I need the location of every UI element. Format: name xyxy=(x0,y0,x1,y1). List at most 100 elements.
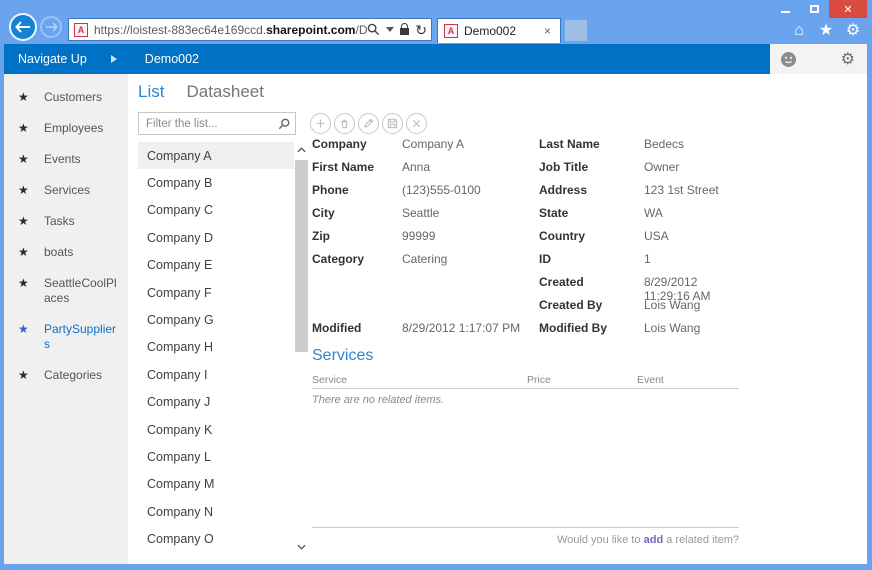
sidebar-item-label: Events xyxy=(44,152,81,166)
window-caption-buttons: ✕ xyxy=(771,0,867,18)
address-bar[interactable]: A https://loistest-883ec64e169ccd.sharep… xyxy=(68,18,432,41)
sidebar-item-label: Services xyxy=(44,183,91,197)
star-icon: ★ xyxy=(18,368,29,382)
field-label: City xyxy=(312,206,335,220)
field-label: Modified By xyxy=(539,321,607,335)
filter-input[interactable] xyxy=(146,117,278,130)
list-item[interactable]: Company O xyxy=(138,525,294,552)
list-item[interactable]: Company C xyxy=(138,197,294,224)
star-icon: ★ xyxy=(18,121,29,135)
navigate-up-link[interactable]: Navigate Up xyxy=(18,52,87,66)
edit-record-button[interactable] xyxy=(358,113,379,134)
add-related-prompt: Would you like to add a related item? xyxy=(556,534,739,546)
new-tab-button[interactable] xyxy=(565,20,587,41)
navigate-up-arrow-icon xyxy=(110,55,117,63)
save-record-button[interactable] xyxy=(382,113,403,134)
minimize-button[interactable] xyxy=(771,0,800,18)
settings-gear-icon[interactable]: ⚙ xyxy=(841,49,855,69)
field-value: Owner xyxy=(644,160,680,174)
field-label: Country xyxy=(539,229,585,243)
record-list-scrollbar[interactable] xyxy=(294,142,309,554)
sidebar-item-customers[interactable]: ★ Customers xyxy=(4,82,128,113)
cancel-record-button[interactable] xyxy=(406,113,427,134)
field-label: Created xyxy=(539,275,584,289)
sidebar-item-tasks[interactable]: ★ Tasks xyxy=(4,206,128,237)
list-item[interactable]: Company K xyxy=(138,416,294,443)
related-items-empty-text: There are no related items. xyxy=(312,394,445,406)
access-favicon: A xyxy=(74,22,88,37)
sidebar-item-services[interactable]: ★ Services xyxy=(4,175,128,206)
favorites-star-icon[interactable]: ★ xyxy=(817,21,835,41)
browser-titlebar: ✕ A https://loistest-883ec64e169ccd.shar… xyxy=(0,0,872,44)
list-item[interactable]: Company N xyxy=(138,498,294,525)
list-item[interactable]: Company I xyxy=(138,361,294,388)
x-icon xyxy=(412,119,421,128)
sidebar-item-label: SeattleCoolPlaces xyxy=(44,276,117,305)
related-items-bottom-divider xyxy=(312,527,739,528)
column-header-service: Service xyxy=(312,374,348,386)
field-label: Job Title xyxy=(539,160,589,174)
list-item[interactable]: Company A xyxy=(138,142,294,170)
forward-button[interactable] xyxy=(40,16,62,38)
pencil-icon xyxy=(364,118,374,128)
close-icon: ✕ xyxy=(843,3,853,16)
field-value: 123 1st Street xyxy=(644,183,719,197)
url-text[interactable]: https://loistest-883ec64e169ccd.sharepoi… xyxy=(94,23,367,37)
home-icon[interactable]: ⌂ xyxy=(790,21,808,41)
refresh-icon[interactable]: ↻ xyxy=(415,23,427,37)
maximize-button[interactable] xyxy=(800,0,829,18)
scrollbar-thumb[interactable] xyxy=(295,160,308,352)
list-item[interactable]: Company B xyxy=(138,169,294,196)
star-icon: ★ xyxy=(18,322,29,336)
field-value: Lois Wang xyxy=(644,321,701,335)
delete-record-button[interactable] xyxy=(334,113,355,134)
sidebar-item-categories[interactable]: ★ Categories xyxy=(4,360,128,391)
list-item[interactable]: Company G xyxy=(138,306,294,333)
field-value: (123)555-0100 xyxy=(402,183,481,197)
list-item[interactable]: Company E xyxy=(138,252,294,279)
address-dropdown-icon[interactable] xyxy=(386,27,395,32)
sidebar-item-events[interactable]: ★ Events xyxy=(4,144,128,175)
column-header-event: Event xyxy=(637,374,664,386)
scroll-down-icon[interactable] xyxy=(294,539,309,554)
sidebar-item-employees[interactable]: ★ Employees xyxy=(4,113,128,144)
tab-list[interactable]: List xyxy=(138,82,164,102)
sidebar-item-boats[interactable]: ★ boats xyxy=(4,237,128,268)
suite-bar-right: ⚙ xyxy=(770,44,867,74)
sidebar-item-seattlecoolplaces[interactable]: ★ SeattleCoolPlaces xyxy=(4,268,128,314)
tab-close-icon[interactable]: × xyxy=(541,24,554,38)
column-header-price: Price xyxy=(527,374,551,386)
list-item[interactable]: Company L xyxy=(138,443,294,470)
tab-datasheet[interactable]: Datasheet xyxy=(186,82,264,102)
floppy-save-icon xyxy=(387,118,398,129)
record-list: Company A Company B Company C Company D Comp… xyxy=(138,142,309,554)
search-icon[interactable] xyxy=(367,23,380,36)
close-button[interactable]: ✕ xyxy=(829,0,867,18)
field-label: ID xyxy=(539,252,551,266)
list-item[interactable]: Company J xyxy=(138,389,294,416)
list-item[interactable]: Company D xyxy=(138,224,294,251)
add-record-button[interactable] xyxy=(310,113,331,134)
sidebar-item-label: Tasks xyxy=(44,214,75,228)
field-label: Modified xyxy=(312,321,362,335)
browser-tab[interactable]: A Demo002 × xyxy=(437,18,561,43)
tab-favicon: A xyxy=(444,24,458,38)
sidebar-item-label: Customers xyxy=(44,90,103,104)
add-related-link[interactable]: add xyxy=(644,534,664,546)
sidebar-item-partysuppliers[interactable]: ★ PartySuppliers xyxy=(4,314,128,360)
star-icon: ★ xyxy=(18,152,29,166)
list-item[interactable]: Company F xyxy=(138,279,294,306)
filter-search-icon[interactable] xyxy=(278,118,290,130)
list-item[interactable]: Company H xyxy=(138,334,294,361)
list-item[interactable]: Company M xyxy=(138,471,294,498)
related-items-title: Services xyxy=(312,347,374,364)
plus-icon xyxy=(316,119,325,128)
tools-gear-icon[interactable]: ⚙ xyxy=(844,21,862,41)
filter-box xyxy=(138,112,296,135)
minimize-icon xyxy=(781,10,790,13)
back-button[interactable] xyxy=(9,13,37,41)
scroll-up-icon[interactable] xyxy=(294,142,309,157)
feedback-smiley-icon[interactable] xyxy=(780,51,797,68)
sidebar-item-label: Employees xyxy=(44,121,104,135)
view-area: List Datasheet Company ACompany BCompany… xyxy=(128,74,867,564)
